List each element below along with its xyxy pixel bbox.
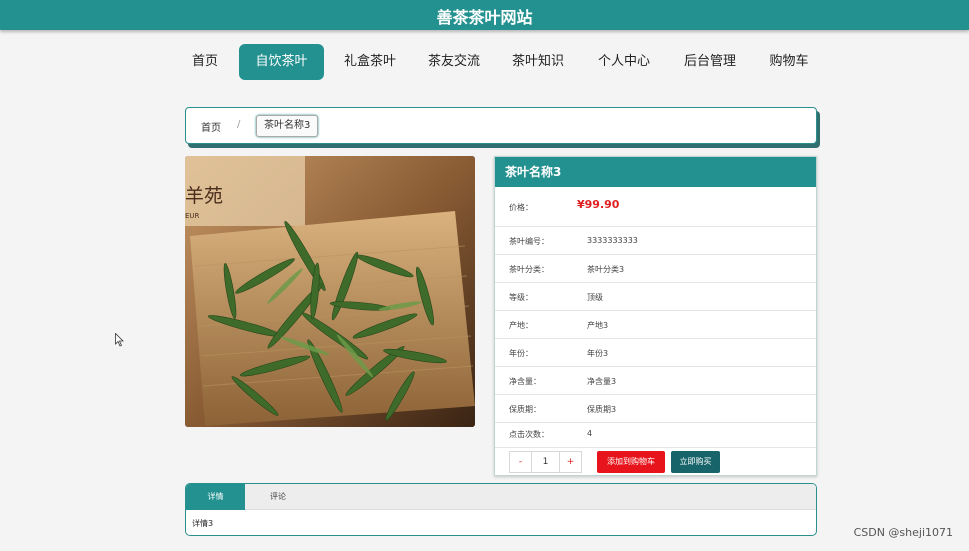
breadcrumb-home[interactable]: 首页 bbox=[201, 119, 221, 134]
detail-value: 4 bbox=[587, 429, 593, 438]
detail-row: 等级： 顶级 bbox=[495, 283, 816, 311]
product-info-panel: 茶叶名称3 价格： ¥99.90 茶叶编号： 3333333333 茶叶分类： … bbox=[494, 156, 817, 476]
add-to-cart-button[interactable]: 添加到购物车 bbox=[597, 451, 665, 473]
detail-value: 产地3 bbox=[587, 321, 609, 330]
price-row: 价格： ¥99.90 bbox=[495, 187, 816, 227]
detail-key: 茶叶编号： bbox=[509, 237, 549, 246]
header-bar: 善茶茶叶网站 bbox=[0, 0, 969, 30]
detail-row: 保质期： 保质期3 bbox=[495, 395, 816, 423]
nav-item-admin[interactable]: 后台管理 bbox=[676, 44, 744, 80]
image-brand-sub: EUR bbox=[185, 212, 200, 220]
site-title: 善茶茶叶网站 bbox=[436, 8, 533, 27]
tab-bar: 详情 评论 bbox=[186, 484, 816, 510]
detail-value: 3333333333 bbox=[587, 236, 638, 245]
nav-item-tea-forum[interactable]: 茶友交流 bbox=[420, 44, 488, 80]
detail-row: 产地： 产地3 bbox=[495, 311, 816, 339]
detail-value: 顶级 bbox=[587, 293, 603, 302]
quantity-stepper: - 1 + bbox=[509, 451, 582, 473]
detail-value: 净含量3 bbox=[587, 377, 617, 386]
tab-details[interactable]: 详情 bbox=[186, 484, 245, 510]
detail-key: 年份： bbox=[509, 349, 533, 358]
tea-leaves-image: 羊苑 EUR bbox=[185, 156, 475, 427]
breadcrumb-current: 茶叶名称3 bbox=[256, 115, 319, 137]
detail-value: 保质期3 bbox=[587, 405, 617, 414]
tab-content: 详情3 bbox=[192, 519, 214, 528]
detail-key: 净含量： bbox=[509, 377, 541, 386]
purchase-actions: - 1 + 添加到购物车 立即购买 bbox=[495, 448, 816, 476]
quantity-input[interactable]: 1 bbox=[531, 452, 560, 472]
price-label: 价格： bbox=[509, 203, 533, 212]
watermark: CSDN @sheji1071 bbox=[853, 526, 953, 539]
breadcrumb: 首页 / 茶叶名称3 bbox=[185, 107, 817, 144]
breadcrumb-separator: / bbox=[237, 119, 241, 130]
product-image: 羊苑 EUR bbox=[185, 156, 475, 427]
quantity-decrease-button[interactable]: - bbox=[510, 452, 531, 472]
detail-row: 净含量： 净含量3 bbox=[495, 367, 816, 395]
detail-row: 年份： 年份3 bbox=[495, 339, 816, 367]
detail-key: 等级： bbox=[509, 293, 533, 302]
detail-tabs: 详情 评论 详情3 bbox=[185, 483, 817, 536]
detail-row: 茶叶分类： 茶叶分类3 bbox=[495, 255, 816, 283]
nav-item-tea-knowledge[interactable]: 茶叶知识 bbox=[504, 44, 572, 80]
product-name: 茶叶名称3 bbox=[495, 157, 816, 187]
detail-key: 保质期： bbox=[509, 405, 541, 414]
detail-key: 产地： bbox=[509, 321, 533, 330]
detail-value: 年份3 bbox=[587, 349, 609, 358]
tab-comments[interactable]: 评论 bbox=[248, 484, 308, 510]
nav-item-self-drink-tea[interactable]: 自饮茶叶 bbox=[239, 44, 324, 80]
nav-item-home[interactable]: 首页 bbox=[182, 44, 228, 80]
detail-value: 茶叶分类3 bbox=[587, 265, 625, 274]
detail-key: 茶叶分类： bbox=[509, 265, 549, 274]
nav-item-personal-center[interactable]: 个人中心 bbox=[590, 44, 658, 80]
detail-key: 点击次数： bbox=[509, 430, 549, 439]
buy-now-button[interactable]: 立即购买 bbox=[671, 451, 720, 473]
quantity-increase-button[interactable]: + bbox=[560, 452, 581, 472]
detail-row: 茶叶编号： 3333333333 bbox=[495, 227, 816, 255]
nav-item-cart[interactable]: 购物车 bbox=[762, 44, 816, 80]
nav-item-gift-tea[interactable]: 礼盒茶叶 bbox=[336, 44, 404, 80]
price-value: ¥99.90 bbox=[577, 198, 620, 211]
detail-row: 点击次数： 4 bbox=[495, 420, 816, 448]
image-brand-text: 羊苑 bbox=[185, 185, 223, 207]
mouse-cursor-icon bbox=[115, 333, 124, 347]
